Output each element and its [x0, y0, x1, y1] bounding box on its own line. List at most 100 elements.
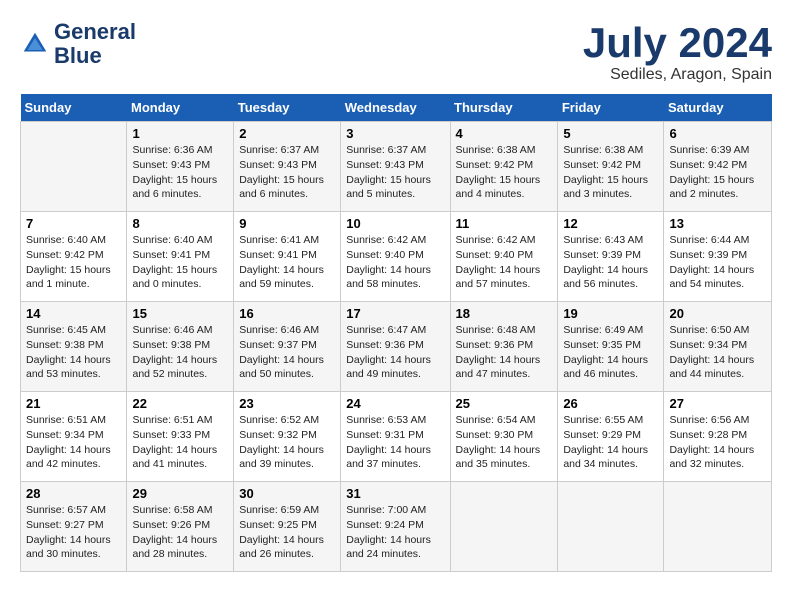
calendar-cell: 23 Sunrise: 6:52 AMSunset: 9:32 PMDaylig… [234, 392, 341, 482]
day-number: 15 [132, 306, 228, 321]
day-info: Sunrise: 6:36 AMSunset: 9:43 PMDaylight:… [132, 143, 228, 202]
calendar-header-row: SundayMondayTuesdayWednesdayThursdayFrid… [21, 94, 772, 122]
calendar-cell [21, 122, 127, 212]
day-number: 22 [132, 396, 228, 411]
day-number: 23 [239, 396, 335, 411]
calendar-cell: 29 Sunrise: 6:58 AMSunset: 9:26 PMDaylig… [127, 482, 234, 572]
day-number: 4 [456, 126, 553, 141]
logo-line2: Blue [54, 44, 136, 68]
calendar-cell: 12 Sunrise: 6:43 AMSunset: 9:39 PMDaylig… [558, 212, 664, 302]
calendar-cell: 17 Sunrise: 6:47 AMSunset: 9:36 PMDaylig… [341, 302, 450, 392]
day-number: 9 [239, 216, 335, 231]
calendar-cell: 27 Sunrise: 6:56 AMSunset: 9:28 PMDaylig… [664, 392, 772, 482]
day-info: Sunrise: 6:38 AMSunset: 9:42 PMDaylight:… [456, 143, 553, 202]
day-info: Sunrise: 6:58 AMSunset: 9:26 PMDaylight:… [132, 503, 228, 562]
calendar-week-row: 28 Sunrise: 6:57 AMSunset: 9:27 PMDaylig… [21, 482, 772, 572]
day-info: Sunrise: 6:59 AMSunset: 9:25 PMDaylight:… [239, 503, 335, 562]
logo-icon [20, 29, 50, 59]
day-info: Sunrise: 6:57 AMSunset: 9:27 PMDaylight:… [26, 503, 121, 562]
calendar-cell: 2 Sunrise: 6:37 AMSunset: 9:43 PMDayligh… [234, 122, 341, 212]
calendar-week-row: 7 Sunrise: 6:40 AMSunset: 9:42 PMDayligh… [21, 212, 772, 302]
day-info: Sunrise: 7:00 AMSunset: 9:24 PMDaylight:… [346, 503, 444, 562]
day-info: Sunrise: 6:38 AMSunset: 9:42 PMDaylight:… [563, 143, 658, 202]
day-info: Sunrise: 6:40 AMSunset: 9:42 PMDaylight:… [26, 233, 121, 292]
day-number: 26 [563, 396, 658, 411]
day-info: Sunrise: 6:46 AMSunset: 9:37 PMDaylight:… [239, 323, 335, 382]
day-number: 11 [456, 216, 553, 231]
header-monday: Monday [127, 94, 234, 122]
day-number: 2 [239, 126, 335, 141]
day-number: 5 [563, 126, 658, 141]
calendar-cell: 14 Sunrise: 6:45 AMSunset: 9:38 PMDaylig… [21, 302, 127, 392]
logo-text: General Blue [54, 20, 136, 68]
day-info: Sunrise: 6:55 AMSunset: 9:29 PMDaylight:… [563, 413, 658, 472]
calendar-cell: 20 Sunrise: 6:50 AMSunset: 9:34 PMDaylig… [664, 302, 772, 392]
day-number: 6 [669, 126, 766, 141]
logo: General Blue [20, 20, 136, 68]
day-info: Sunrise: 6:39 AMSunset: 9:42 PMDaylight:… [669, 143, 766, 202]
calendar-cell: 15 Sunrise: 6:46 AMSunset: 9:38 PMDaylig… [127, 302, 234, 392]
day-number: 8 [132, 216, 228, 231]
day-number: 10 [346, 216, 444, 231]
header-sunday: Sunday [21, 94, 127, 122]
calendar-week-row: 1 Sunrise: 6:36 AMSunset: 9:43 PMDayligh… [21, 122, 772, 212]
day-number: 13 [669, 216, 766, 231]
calendar-cell: 6 Sunrise: 6:39 AMSunset: 9:42 PMDayligh… [664, 122, 772, 212]
day-info: Sunrise: 6:51 AMSunset: 9:33 PMDaylight:… [132, 413, 228, 472]
calendar-cell: 30 Sunrise: 6:59 AMSunset: 9:25 PMDaylig… [234, 482, 341, 572]
calendar-cell: 5 Sunrise: 6:38 AMSunset: 9:42 PMDayligh… [558, 122, 664, 212]
header-friday: Friday [558, 94, 664, 122]
logo-line1: General [54, 20, 136, 44]
title-block: July 2024 Sediles, Aragon, Spain [583, 20, 772, 84]
calendar-cell: 1 Sunrise: 6:36 AMSunset: 9:43 PMDayligh… [127, 122, 234, 212]
calendar-cell: 9 Sunrise: 6:41 AMSunset: 9:41 PMDayligh… [234, 212, 341, 302]
day-number: 21 [26, 396, 121, 411]
day-info: Sunrise: 6:47 AMSunset: 9:36 PMDaylight:… [346, 323, 444, 382]
day-number: 25 [456, 396, 553, 411]
location-subtitle: Sediles, Aragon, Spain [583, 66, 772, 84]
day-info: Sunrise: 6:51 AMSunset: 9:34 PMDaylight:… [26, 413, 121, 472]
day-number: 14 [26, 306, 121, 321]
day-info: Sunrise: 6:50 AMSunset: 9:34 PMDaylight:… [669, 323, 766, 382]
day-info: Sunrise: 6:52 AMSunset: 9:32 PMDaylight:… [239, 413, 335, 472]
day-number: 31 [346, 486, 444, 501]
header-tuesday: Tuesday [234, 94, 341, 122]
day-info: Sunrise: 6:46 AMSunset: 9:38 PMDaylight:… [132, 323, 228, 382]
day-info: Sunrise: 6:43 AMSunset: 9:39 PMDaylight:… [563, 233, 658, 292]
header-wednesday: Wednesday [341, 94, 450, 122]
calendar-cell: 21 Sunrise: 6:51 AMSunset: 9:34 PMDaylig… [21, 392, 127, 482]
calendar-cell: 25 Sunrise: 6:54 AMSunset: 9:30 PMDaylig… [450, 392, 558, 482]
calendar-cell: 24 Sunrise: 6:53 AMSunset: 9:31 PMDaylig… [341, 392, 450, 482]
calendar-cell: 8 Sunrise: 6:40 AMSunset: 9:41 PMDayligh… [127, 212, 234, 302]
calendar-cell [558, 482, 664, 572]
day-info: Sunrise: 6:49 AMSunset: 9:35 PMDaylight:… [563, 323, 658, 382]
day-info: Sunrise: 6:42 AMSunset: 9:40 PMDaylight:… [456, 233, 553, 292]
calendar-cell: 28 Sunrise: 6:57 AMSunset: 9:27 PMDaylig… [21, 482, 127, 572]
day-number: 3 [346, 126, 444, 141]
day-info: Sunrise: 6:56 AMSunset: 9:28 PMDaylight:… [669, 413, 766, 472]
calendar-cell: 11 Sunrise: 6:42 AMSunset: 9:40 PMDaylig… [450, 212, 558, 302]
day-number: 29 [132, 486, 228, 501]
day-number: 12 [563, 216, 658, 231]
calendar-cell: 18 Sunrise: 6:48 AMSunset: 9:36 PMDaylig… [450, 302, 558, 392]
day-info: Sunrise: 6:37 AMSunset: 9:43 PMDaylight:… [239, 143, 335, 202]
calendar-cell: 4 Sunrise: 6:38 AMSunset: 9:42 PMDayligh… [450, 122, 558, 212]
day-info: Sunrise: 6:40 AMSunset: 9:41 PMDaylight:… [132, 233, 228, 292]
calendar-cell [450, 482, 558, 572]
calendar-cell: 26 Sunrise: 6:55 AMSunset: 9:29 PMDaylig… [558, 392, 664, 482]
day-info: Sunrise: 6:41 AMSunset: 9:41 PMDaylight:… [239, 233, 335, 292]
day-info: Sunrise: 6:45 AMSunset: 9:38 PMDaylight:… [26, 323, 121, 382]
calendar-cell: 13 Sunrise: 6:44 AMSunset: 9:39 PMDaylig… [664, 212, 772, 302]
day-info: Sunrise: 6:48 AMSunset: 9:36 PMDaylight:… [456, 323, 553, 382]
header-thursday: Thursday [450, 94, 558, 122]
day-number: 27 [669, 396, 766, 411]
calendar-cell: 22 Sunrise: 6:51 AMSunset: 9:33 PMDaylig… [127, 392, 234, 482]
day-info: Sunrise: 6:44 AMSunset: 9:39 PMDaylight:… [669, 233, 766, 292]
day-number: 24 [346, 396, 444, 411]
calendar-cell: 10 Sunrise: 6:42 AMSunset: 9:40 PMDaylig… [341, 212, 450, 302]
day-info: Sunrise: 6:42 AMSunset: 9:40 PMDaylight:… [346, 233, 444, 292]
day-info: Sunrise: 6:37 AMSunset: 9:43 PMDaylight:… [346, 143, 444, 202]
calendar-week-row: 21 Sunrise: 6:51 AMSunset: 9:34 PMDaylig… [21, 392, 772, 482]
month-title: July 2024 [583, 20, 772, 66]
day-number: 20 [669, 306, 766, 321]
